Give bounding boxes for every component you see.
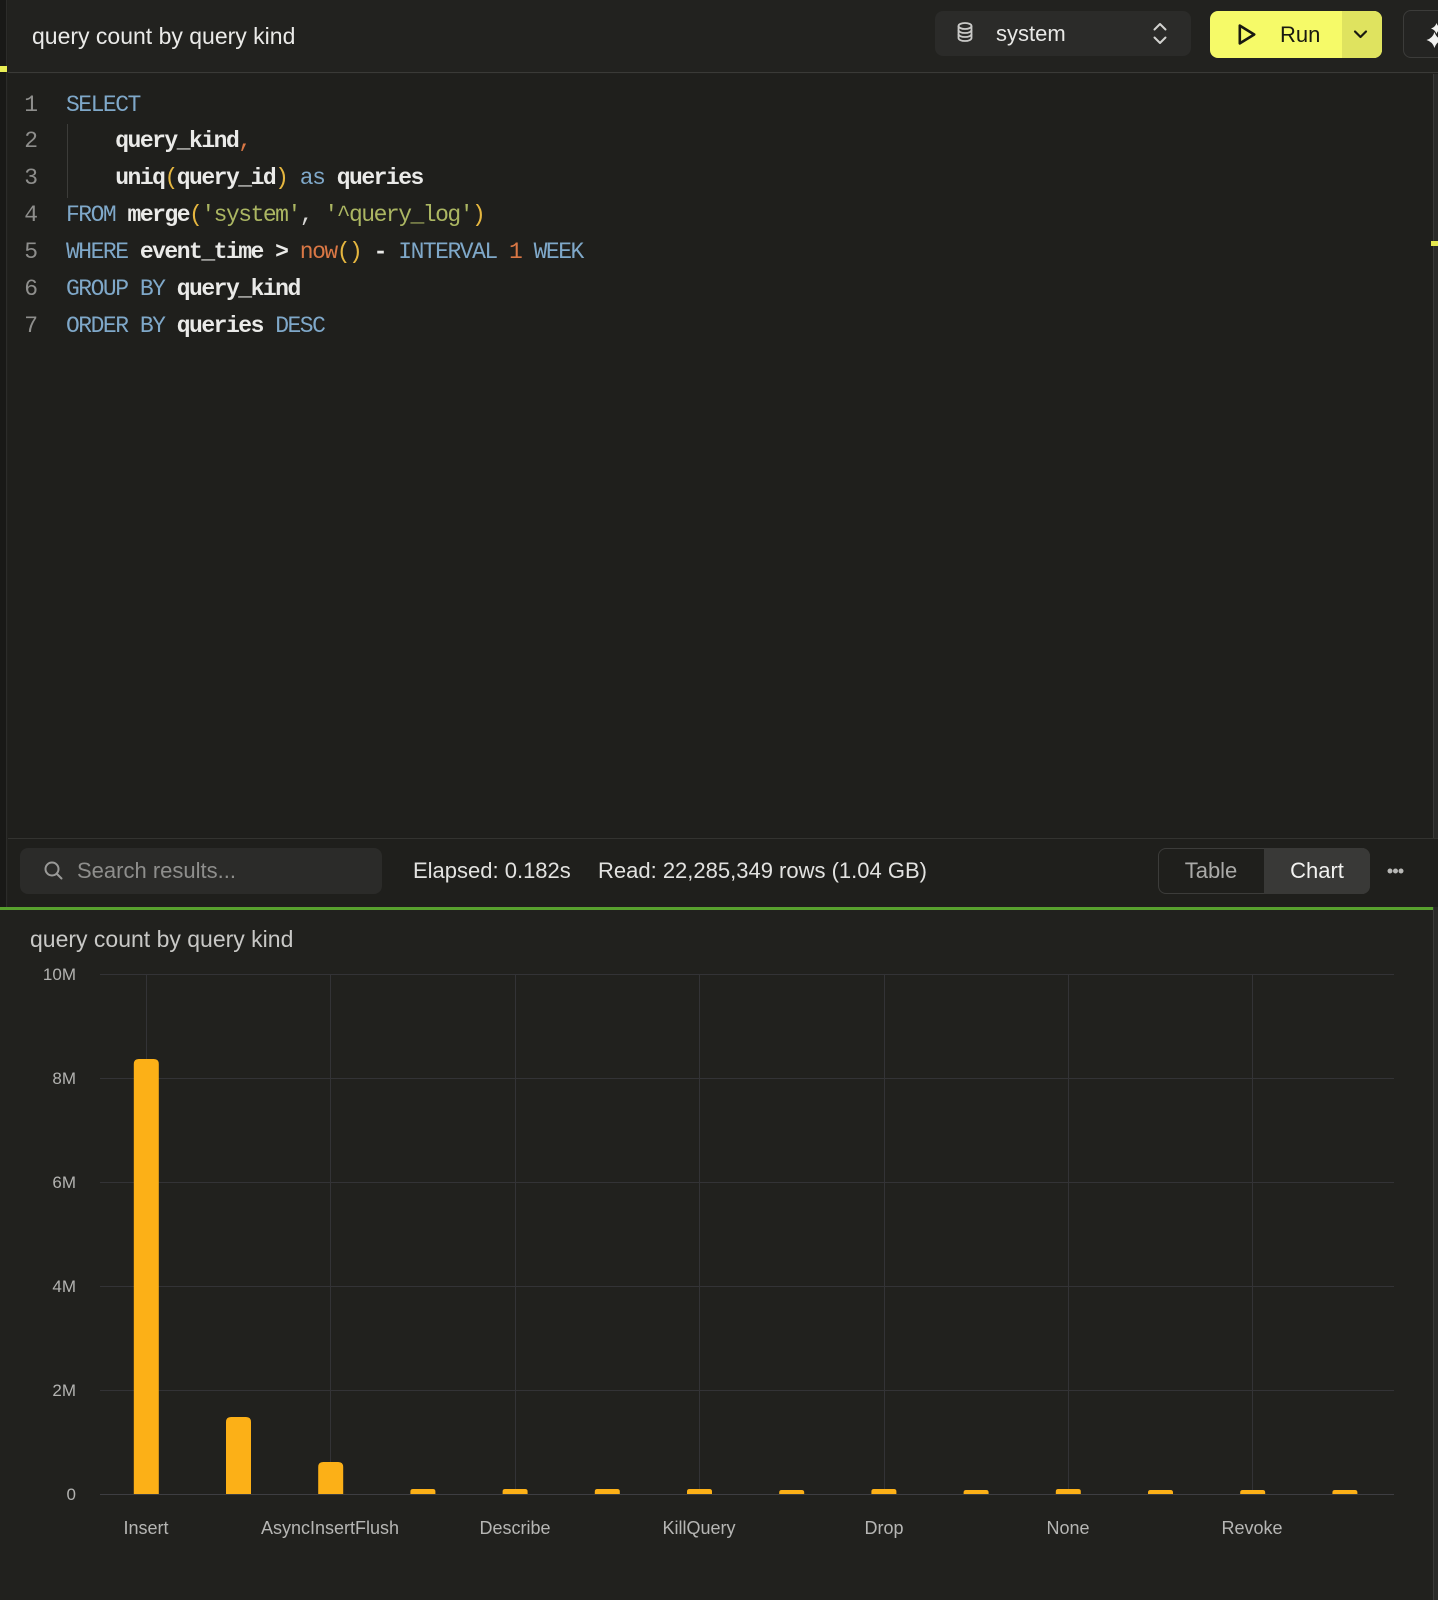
svg-text:6M: 6M [52,1173,76,1192]
svg-text:0: 0 [67,1485,76,1504]
svg-text:Insert: Insert [123,1518,168,1538]
svg-text:Describe: Describe [479,1518,550,1538]
svg-text:4M: 4M [52,1277,76,1296]
svg-text:Revoke: Revoke [1221,1518,1282,1538]
svg-text:2M: 2M [52,1381,76,1400]
svg-text:10M: 10M [43,965,76,984]
svg-text:8M: 8M [52,1069,76,1088]
svg-text:Drop: Drop [864,1518,903,1538]
svg-text:AsyncInsertFlush: AsyncInsertFlush [261,1518,399,1538]
svg-text:None: None [1046,1518,1089,1538]
svg-text:query count by query kind: query count by query kind [30,926,293,952]
svg-text:KillQuery: KillQuery [662,1518,735,1538]
